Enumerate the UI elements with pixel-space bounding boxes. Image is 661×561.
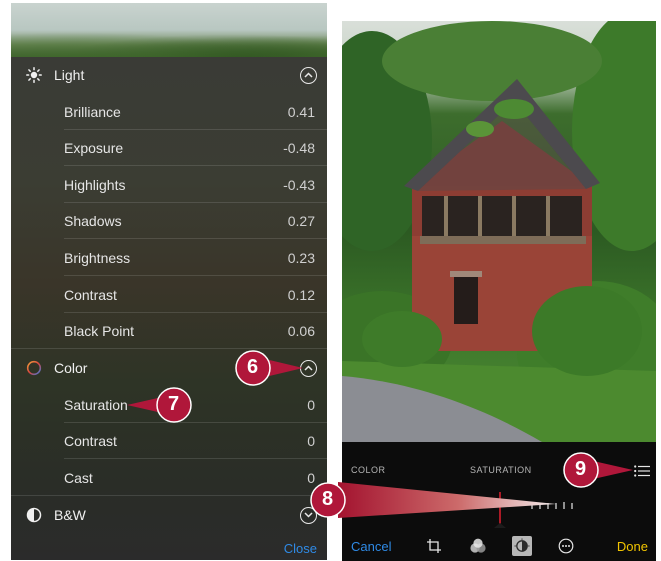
photo-preview-strip [11, 3, 327, 63]
row-label: Brilliance [64, 104, 121, 120]
callout-9: 9 [563, 452, 635, 488]
row-value: 0.23 [287, 250, 315, 266]
cancel-button[interactable]: Cancel [351, 539, 391, 554]
callout-number: 7 [168, 393, 180, 415]
row-label: Contrast [64, 287, 117, 303]
adjust-row-highlights[interactable]: Highlights -0.43 [11, 167, 327, 203]
row-label: Contrast [64, 433, 117, 449]
row-value: 0 [307, 397, 315, 413]
light-section-title: Light [54, 67, 85, 83]
crop-icon[interactable] [424, 536, 444, 556]
house-photo [342, 21, 656, 442]
row-value: 0 [307, 433, 315, 449]
done-button[interactable]: Done [617, 539, 648, 554]
row-value: 0.06 [287, 323, 315, 339]
row-value: -0.48 [283, 140, 315, 156]
callout-6: 6 [235, 350, 305, 386]
row-label: Highlights [64, 177, 126, 193]
color-section-title: Color [54, 360, 88, 376]
row-value: -0.43 [283, 177, 315, 193]
row-label: Brightness [64, 250, 131, 266]
adjust-row-cast[interactable]: Cast 0 [11, 460, 327, 496]
adjust-row-brilliance[interactable]: Brilliance 0.41 [11, 94, 327, 130]
color-wheel-icon [25, 359, 43, 377]
callout-number: 9 [575, 458, 587, 480]
filters-icon[interactable] [468, 536, 488, 556]
adjust-row-shadows[interactable]: Shadows 0.27 [11, 203, 327, 239]
sun-icon [25, 66, 43, 84]
adjust-icon[interactable] [512, 536, 532, 556]
bw-section-title: B&W [54, 507, 86, 523]
callout-number: 8 [322, 488, 334, 510]
bw-section-header[interactable]: B&W [11, 497, 327, 533]
collapse-light-chevron-icon[interactable] [300, 66, 317, 84]
more-icon[interactable] [556, 536, 576, 556]
row-label: Exposure [64, 140, 124, 156]
row-label: Shadows [64, 213, 122, 229]
row-value: 0.12 [287, 287, 315, 303]
callout-number: 6 [247, 356, 259, 378]
saturation-label: SATURATION [470, 465, 532, 475]
left-phone-screen: Light Brilliance 0.41 Exposure -0.48 Hig… [11, 3, 327, 560]
color-category-label[interactable]: COLOR [351, 465, 386, 475]
row-value: 0.41 [287, 104, 315, 120]
adjustments-list: Light Brilliance 0.41 Exposure -0.48 Hig… [11, 57, 327, 560]
half-circle-icon [25, 506, 43, 524]
close-button[interactable]: Close [284, 541, 317, 556]
row-value: 0.27 [287, 213, 315, 229]
row-label: Saturation [64, 397, 128, 413]
callout-8: 8 [308, 478, 558, 522]
bottom-toolbar: Cancel Done [342, 531, 656, 561]
list-icon[interactable] [634, 464, 650, 477]
adjust-row-exposure[interactable]: Exposure -0.48 [11, 130, 327, 166]
row-label: Black Point [64, 323, 135, 339]
callout-7: 7 [127, 387, 193, 423]
light-section-header[interactable]: Light [11, 57, 327, 93]
adjust-row-contrast[interactable]: Contrast 0.12 [11, 277, 327, 313]
adjust-row-black-point[interactable]: Black Point 0.06 [11, 313, 327, 349]
row-label: Cast [64, 470, 93, 486]
adjust-row-brightness[interactable]: Brightness 0.23 [11, 240, 327, 276]
adjust-row-color-contrast[interactable]: Contrast 0 [11, 423, 327, 459]
